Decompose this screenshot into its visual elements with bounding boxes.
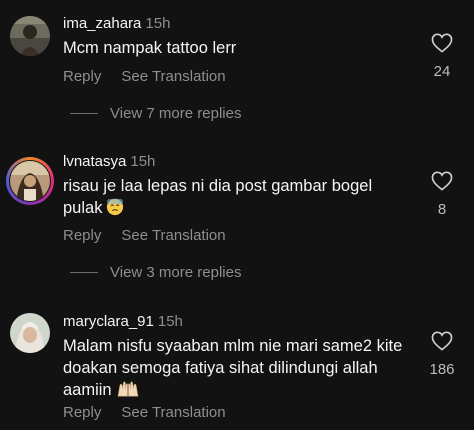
like-control: 24 — [422, 33, 462, 80]
avatar-photo-icon — [10, 16, 50, 56]
comment-header: lvnatasya 15h — [63, 153, 155, 170]
view-more-replies-button[interactable]: View 7 more replies — [70, 105, 241, 122]
timestamp: 15h — [157, 313, 183, 330]
see-translation-button[interactable]: See Translation — [121, 68, 225, 85]
like-count: 24 — [433, 63, 451, 80]
see-translation-button[interactable]: See Translation — [121, 227, 225, 244]
username[interactable]: ima_zahara — [63, 15, 141, 32]
comment-header: ima_zahara 15h — [63, 15, 170, 32]
like-control: 186 — [422, 331, 462, 378]
divider — [70, 272, 98, 273]
timestamp: 15h — [145, 15, 171, 32]
comment-text-body: Malam nisfu syaaban mlm nie mari same2 k… — [63, 337, 403, 399]
reply-button[interactable]: Reply — [63, 227, 101, 244]
view-more-replies-label: View 3 more replies — [110, 264, 242, 281]
timestamp: 15h — [130, 153, 156, 170]
comment-header: maryclara_91 15h — [63, 313, 183, 330]
avatar-photo-icon — [10, 313, 50, 353]
comment-actions: Reply See Translation — [63, 68, 226, 85]
avatar[interactable] — [10, 16, 50, 56]
comment-text: Malam nisfu syaaban mlm nie mari same2 k… — [63, 335, 408, 404]
comment-actions: Reply See Translation — [63, 404, 226, 421]
view-more-replies-label: View 7 more replies — [110, 105, 242, 122]
divider — [70, 113, 98, 114]
heart-icon[interactable] — [431, 33, 453, 53]
heart-icon[interactable] — [431, 331, 453, 351]
comment-text: Mcm nampak tattoo lerr — [63, 39, 237, 57]
comments-screen: ima_zahara 15h Mcm nampak tattoo lerr Rep… — [0, 0, 474, 430]
username[interactable]: lvnatasya — [63, 153, 126, 170]
story-ring[interactable] — [6, 157, 54, 205]
reply-button[interactable]: Reply — [63, 68, 101, 85]
reply-button[interactable]: Reply — [63, 404, 101, 421]
like-count: 186 — [429, 361, 455, 378]
view-more-replies-button[interactable]: View 3 more replies — [70, 264, 241, 281]
avatar[interactable] — [10, 313, 50, 353]
avatar[interactable] — [10, 161, 50, 201]
comment-actions: Reply See Translation — [63, 227, 226, 244]
raising-hands-emoji-icon — [116, 380, 140, 404]
like-control: 8 — [422, 171, 462, 218]
like-count: 8 — [437, 201, 447, 218]
avatar-photo-icon — [10, 161, 50, 201]
downcast-sweat-emoji-icon — [106, 198, 124, 222]
username[interactable]: maryclara_91 — [63, 313, 154, 330]
heart-icon[interactable] — [431, 171, 453, 191]
see-translation-button[interactable]: See Translation — [121, 404, 225, 421]
comment-text: risau je laa lepas ni dia post gambar bo… — [63, 175, 408, 222]
